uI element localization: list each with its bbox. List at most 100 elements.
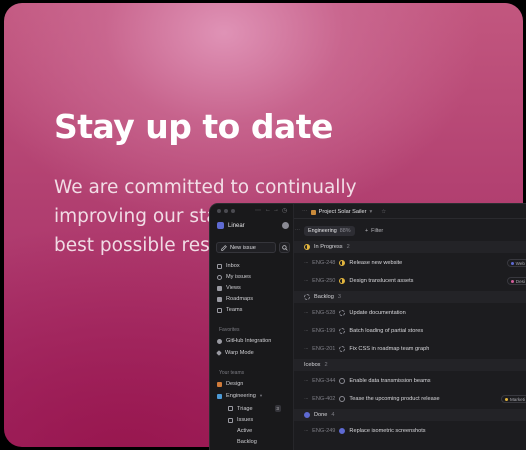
chevron-down-icon: ▾ — [259, 393, 263, 398]
issue-row[interactable]: ··· ENG-199 Batch loading of partial sto… — [294, 325, 526, 337]
label-tag[interactable]: Marketi — [500, 395, 526, 403]
issue-list-panel: ⋯ Project Solar Sailer ▾ ☆ ⋯ Engineering… — [294, 204, 526, 450]
issues-icon — [217, 274, 222, 280]
label-dot-icon — [510, 261, 514, 265]
group-header-done[interactable]: Done 4 — [294, 409, 526, 421]
sidebar-item-engineering[interactable]: Engineering ▾ — [217, 393, 262, 399]
issue-title: Fix CSS in roadmap team graph — [349, 346, 430, 352]
sidebar-item-active[interactable]: Active — [237, 428, 252, 434]
sidebar-item-label: Active — [237, 428, 253, 434]
sidebar-item-label: Teams — [226, 307, 243, 313]
filter-button[interactable]: + Filter — [365, 228, 383, 234]
label-tag[interactable]: Desi — [506, 277, 526, 285]
history-icon[interactable]: ◷ — [282, 207, 287, 214]
in-progress-status-icon — [304, 244, 310, 250]
issue-id: ENG-344 — [312, 378, 336, 384]
nav-prev-icon[interactable]: ← — [265, 207, 271, 213]
menu-icon[interactable]: ⋯ — [255, 207, 261, 214]
sidebar-item-label: GitHub Integration — [226, 338, 272, 344]
group-header-icebox[interactable]: Icebox 2 — [294, 359, 526, 371]
menu-icon[interactable]: ⋯ — [295, 227, 300, 233]
group-count: 2 — [324, 362, 328, 368]
issue-row[interactable]: ··· ENG-528 Update documentation — [294, 307, 526, 319]
nav-next-icon[interactable]: → — [273, 207, 279, 213]
menu-icon: ⋯ — [302, 209, 308, 215]
star-icon[interactable]: ☆ — [381, 209, 386, 215]
group-name: In Progress — [314, 244, 343, 250]
issues-icon — [228, 417, 233, 423]
maximize-dot[interactable] — [231, 209, 235, 213]
issue-row[interactable]: ··· ENG-249 Replace isometric screenshot… — [294, 425, 526, 437]
workspace-name: Linear — [228, 222, 245, 229]
issue-row[interactable]: ··· ENG-402 Tease the upcoming product r… — [294, 393, 526, 405]
in-progress-status-icon — [339, 260, 346, 266]
group-name: Icebox — [304, 362, 321, 368]
engineering-team-icon — [217, 393, 222, 399]
sidebar-item-label: Design — [226, 381, 244, 387]
project-icon — [310, 209, 316, 215]
group-header-backlog[interactable]: Backlog 3 — [294, 291, 526, 303]
issue-title: Release new website — [349, 260, 403, 266]
workspace-switcher[interactable]: Linear — [217, 222, 245, 229]
backlog-status-icon — [339, 328, 346, 334]
sidebar-item-roadmaps[interactable]: Roadmaps — [217, 296, 253, 302]
issue-title: Batch loading of partial stores — [349, 328, 424, 334]
issue-row[interactable]: ··· ENG-201 Fix CSS in roadmap team grap… — [294, 343, 526, 355]
issue-row[interactable]: ··· ENG-248 Release new website Web — [294, 257, 526, 269]
sidebar-item-label: Warp Mode — [225, 350, 254, 356]
group-count: 4 — [331, 412, 335, 418]
group-count: 2 — [346, 244, 350, 250]
sidebar-item-label: Views — [226, 285, 241, 291]
sidebar-item-teams[interactable]: Teams — [217, 307, 242, 313]
avatar[interactable] — [282, 222, 289, 229]
done-status-icon — [304, 412, 310, 418]
sidebar-item-design[interactable]: Design — [217, 381, 243, 387]
label-tag[interactable]: Web — [506, 259, 526, 267]
issue-title: Update documentation — [349, 310, 406, 316]
sidebar-item-inbox[interactable]: Inbox — [217, 263, 240, 269]
new-issue-label: New issue — [230, 244, 256, 251]
teams-icon — [217, 307, 222, 313]
issue-id: ENG-250 — [312, 278, 336, 284]
project-header: ⋯ Project Solar Sailer ▾ ☆ — [294, 204, 526, 219]
done-status-icon — [339, 428, 346, 434]
design-team-icon — [217, 381, 222, 387]
sidebar-item-backlog[interactable]: Backlog — [237, 439, 257, 445]
new-issue-button[interactable]: New issue — [216, 242, 276, 253]
sidebar: ⋯ ← → ◷ Linear New issue Inbox My issues… — [210, 204, 294, 450]
sidebar-item-my-issues[interactable]: My issues — [217, 274, 251, 280]
issue-row[interactable]: ··· ENG-250 Design translucent assets De… — [294, 275, 526, 287]
issue-id: ENG-528 — [312, 310, 336, 316]
workspace-logo-icon — [217, 222, 224, 229]
sidebar-item-label: Triage — [237, 405, 253, 412]
close-dot[interactable] — [217, 209, 221, 213]
sidebar-item-issues[interactable]: Issues — [228, 417, 253, 423]
tab-engineering[interactable]: Engineering 88% — [304, 226, 355, 236]
minimize-dot[interactable] — [224, 209, 228, 213]
sidebar-item-label: Issues — [237, 417, 254, 423]
issue-id: ENG-201 — [312, 346, 336, 352]
priority-icon: ··· — [304, 328, 309, 334]
group-name: Done — [314, 412, 328, 418]
warp-icon — [216, 350, 222, 356]
chevron-down-icon: ▾ — [369, 209, 373, 215]
search-button[interactable] — [279, 242, 290, 253]
priority-icon: ··· — [304, 428, 309, 434]
in-progress-status-icon — [339, 278, 346, 284]
teams-section-label: Your teams — [219, 370, 245, 376]
todo-status-icon — [339, 378, 346, 384]
sidebar-item-warp-mode[interactable]: Warp Mode — [216, 350, 254, 356]
label-dot-icon — [504, 397, 508, 401]
issue-row[interactable]: ··· ENG-344 Enable data transmission bea… — [294, 375, 526, 387]
sidebar-item-triage[interactable]: Triage 3 — [228, 405, 281, 412]
hero-headline: Stay up to date — [54, 107, 333, 146]
priority-icon: ··· — [304, 396, 309, 402]
issue-id: ENG-402 — [312, 396, 336, 402]
project-breadcrumb[interactable]: ⋯ Project Solar Sailer ▾ ☆ — [302, 209, 386, 215]
window-controls — [217, 209, 235, 213]
sidebar-item-github-integration[interactable]: GitHub Integration — [217, 338, 271, 344]
priority-icon: ··· — [304, 310, 309, 316]
group-header-in-progress[interactable]: In Progress 2 — [294, 241, 526, 253]
sidebar-item-label: Backlog — [237, 439, 257, 445]
sidebar-item-views[interactable]: Views — [217, 285, 241, 291]
